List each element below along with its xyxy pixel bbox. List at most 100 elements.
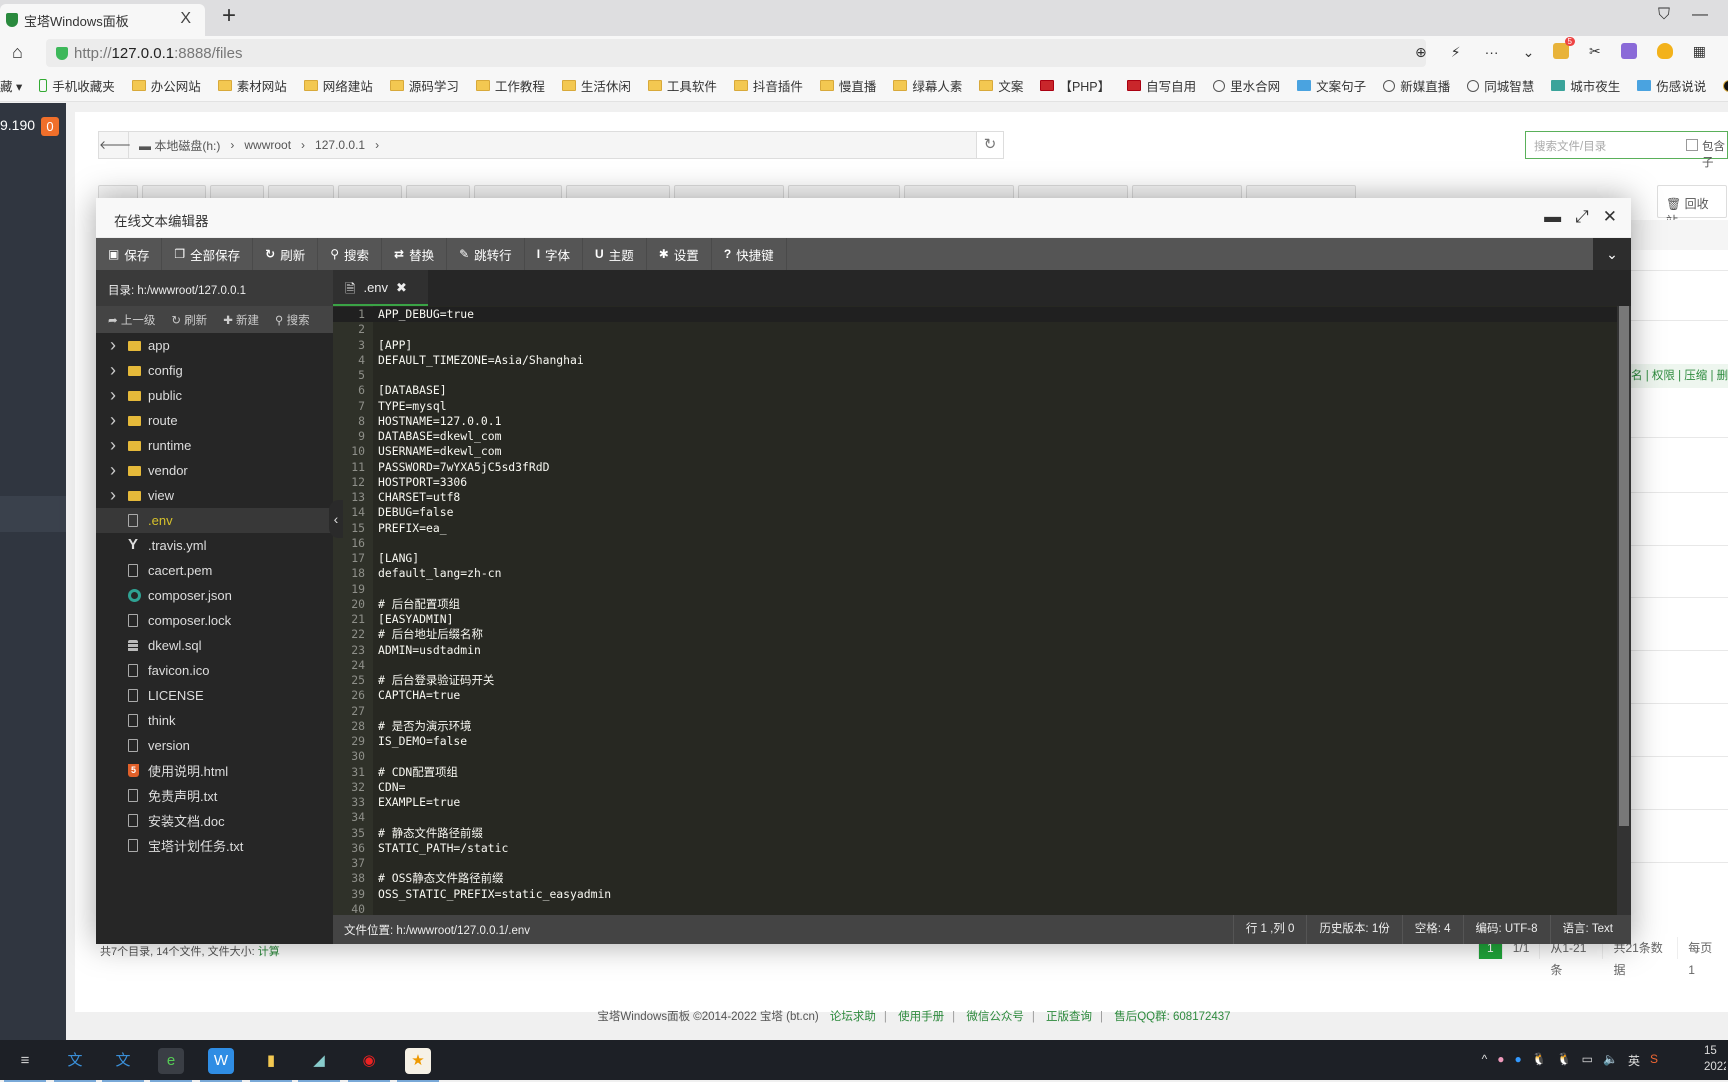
app-icon-2[interactable]: 文 <box>102 1048 144 1082</box>
tree-folder[interactable]: › runtime <box>96 433 333 458</box>
chevron-right-icon[interactable]: › <box>110 360 116 381</box>
bookmark-item[interactable]: 慢直播 <box>819 76 876 95</box>
code-editor[interactable]: 1 APP_DEBUG=true 2 3 [APP] 4 DEFAULT_TIMEZONE=… <box>333 306 1631 915</box>
app-icon-star[interactable]: ★ <box>397 1048 439 1082</box>
toolbar-button-gear[interactable]: ✱ 设置 <box>647 238 712 270</box>
tree-file[interactable]: cacert.pem <box>96 558 333 583</box>
tree-folder[interactable]: › public <box>96 383 333 408</box>
bookmark-item[interactable]: 自写自用 <box>1127 76 1196 95</box>
tree-file[interactable]: composer.json <box>96 583 333 608</box>
tree-folder[interactable]: › route <box>96 408 333 433</box>
tree-file[interactable]: think <box>96 708 333 733</box>
toolbar-button-theme[interactable]: U 主题 <box>583 238 647 270</box>
footer-link-manual[interactable]: 使用手册 <box>898 1011 944 1023</box>
bookmark-item[interactable]: 工作教程 <box>475 76 545 95</box>
chevron-right-icon[interactable]: › <box>110 460 116 481</box>
sogou-icon[interactable]: S <box>1650 1052 1658 1069</box>
tree-action-button[interactable]: ✚ 新建 <box>223 312 259 328</box>
back-arrow-icon[interactable]: 🡐 <box>99 132 131 158</box>
home-icon[interactable]: ⌂ <box>12 42 32 62</box>
bookmark-item[interactable]: 抖音插件 <box>733 76 803 95</box>
translate-icon[interactable] <box>1620 43 1637 59</box>
bookmark-item[interactable]: 手机收藏夹 <box>39 76 115 95</box>
toolbar-button-help[interactable]: ? 快捷键 <box>712 238 787 270</box>
bookmark-item[interactable]: 网络建站 <box>303 76 373 95</box>
toolbar-button-search[interactable]: ⚲ 搜索 <box>318 238 383 270</box>
task-view-icon[interactable]: ≡ <box>4 1048 46 1082</box>
footer-qq-group[interactable]: 售后QQ群: 608172437 <box>1114 1011 1230 1023</box>
notepad-icon[interactable]: ◢ <box>298 1048 340 1082</box>
record-icon[interactable]: ◉ <box>348 1048 390 1082</box>
bookmark-item[interactable]: 同城智慧 <box>1467 76 1534 95</box>
address-bar[interactable]: http://127.0.0.1:8888/files <box>46 39 1426 67</box>
chevron-right-icon[interactable]: › <box>110 485 116 506</box>
tab-close-icon[interactable]: X <box>180 10 191 28</box>
zoom-icon[interactable]: ⊕ <box>1415 44 1427 61</box>
tree-action-button[interactable]: ➦ 上一级 <box>108 312 155 328</box>
bookmark-item[interactable]: 源码学习 <box>389 76 459 95</box>
bookmark-item[interactable]: 【PHP】 <box>1040 76 1110 95</box>
tab-close-icon[interactable]: ✖ <box>396 280 407 295</box>
editor-tab-env[interactable]: 🗎 .env ✖ <box>333 270 428 306</box>
notification-badge[interactable]: 0 <box>41 117 59 136</box>
volume-icon[interactable]: 🔈 <box>1603 1052 1618 1069</box>
tree-file[interactable]: dkewl.sql <box>96 633 333 658</box>
footer-link-license[interactable]: 正版查询 <box>1046 1011 1092 1023</box>
footer-link-forum[interactable]: 论坛求助 <box>830 1011 876 1023</box>
bookmark-item[interactable]: 文案句子 <box>1297 76 1366 95</box>
scissors-icon[interactable]: ✂ <box>1589 43 1601 60</box>
bookmark-item[interactable]: 1.1 系统 <box>1723 76 1728 95</box>
lightning-icon[interactable]: ⚡ <box>1451 44 1461 61</box>
tree-file[interactable]: .env <box>96 508 333 533</box>
tray-blue-icon[interactable]: ● <box>1515 1052 1522 1069</box>
bookmark-item[interactable]: 工具软件 <box>647 76 717 95</box>
qq-icon-2[interactable]: 🐧 <box>1557 1052 1572 1069</box>
skin-icon[interactable]: ⛉ <box>1658 6 1670 24</box>
page-size[interactable]: 每页 1 <box>1677 937 1728 977</box>
breadcrumb-site[interactable]: 127.0.0.1 <box>315 138 365 152</box>
status-indent[interactable]: 空格: 4 <box>1401 915 1463 944</box>
tree-file[interactable]: LICENSE <box>96 683 333 708</box>
tree-file[interactable]: 5 使用说明.html <box>96 758 333 783</box>
bookmark-item[interactable]: 伤感说说 <box>1637 76 1706 95</box>
tree-folder[interactable]: › config <box>96 358 333 383</box>
qq-icon[interactable]: 🐧 <box>1532 1052 1547 1069</box>
tree-action-button[interactable]: ⚲ 搜索 <box>275 312 310 328</box>
bookmark-item[interactable]: 生活休闲 <box>561 76 631 95</box>
tree-folder[interactable]: › view <box>96 483 333 508</box>
tree-file[interactable]: favicon.ico <box>96 658 333 683</box>
tree-file[interactable]: 宝塔计划任务.txt <box>96 833 333 858</box>
minimize-icon[interactable]: ▬ <box>1544 207 1561 227</box>
status-history[interactable]: 历史版本: 1份 <box>1306 915 1401 944</box>
bookmark-item[interactable]: 办公网站 <box>131 76 201 95</box>
tree-file[interactable]: version <box>96 733 333 758</box>
scrollbar-thumb[interactable] <box>1619 306 1629 826</box>
tree-action-button[interactable]: ↻ 刷新 <box>171 312 207 328</box>
ime-indicator[interactable]: 英 <box>1628 1052 1640 1069</box>
bookmark-item[interactable]: 藏 ▾ <box>0 76 22 95</box>
more-icon[interactable]: ··· <box>1485 44 1499 61</box>
chevron-right-icon[interactable]: › <box>110 385 116 406</box>
bookmark-item[interactable]: 城市夜生 <box>1551 76 1620 95</box>
bookmark-item[interactable]: 新媒直播 <box>1383 76 1450 95</box>
browser-icon[interactable]: e <box>150 1048 192 1082</box>
maximize-icon[interactable]: ⤢ <box>1575 207 1589 227</box>
chevron-down-icon[interactable]: ⌄ <box>1523 44 1535 61</box>
tree-folder[interactable]: › vendor <box>96 458 333 483</box>
toolbar-button-font[interactable]: I 字体 <box>525 238 584 270</box>
row-actions[interactable]: 名 | 权限 | 压缩 | 删 <box>1631 364 1728 388</box>
tree-folder[interactable]: › app <box>96 333 333 358</box>
toolbar-button-refresh[interactable]: ↻ 刷新 <box>253 238 319 270</box>
bookmark-item[interactable]: 里水合网 <box>1213 76 1280 95</box>
extension-cat-icon[interactable]: 5 <box>1553 37 1575 59</box>
chevron-right-icon[interactable]: › <box>110 410 116 431</box>
minimize-icon[interactable]: — <box>1692 6 1708 24</box>
toolbar-button-replace[interactable]: ⇄ 替换 <box>382 238 448 270</box>
toolbar-collapse-chevron-icon[interactable]: ⌄ <box>1593 238 1631 270</box>
breadcrumb-wwwroot[interactable]: wwwroot <box>244 138 291 152</box>
tree-file[interactable]: composer.lock <box>96 608 333 633</box>
file-explorer-icon[interactable]: ▮ <box>250 1048 292 1082</box>
toolbar-button-save[interactable]: ▣ 保存 <box>96 238 163 270</box>
tray-expand-icon[interactable]: ^ <box>1482 1052 1488 1069</box>
bookmark-item[interactable]: 素材网站 <box>217 76 287 95</box>
